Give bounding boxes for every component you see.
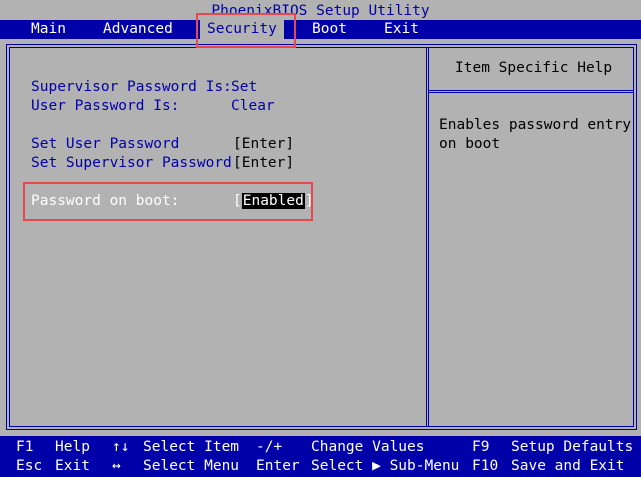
help-header-separator xyxy=(429,90,634,93)
footer-key-f1: F1 xyxy=(16,439,34,455)
footer-key-left-right: ↔ xyxy=(112,458,121,474)
set-supervisor-password-value[interactable]: [Enter] xyxy=(233,154,294,172)
set-user-password-value[interactable]: [Enter] xyxy=(233,135,294,153)
password-on-boot-item[interactable]: Password on boot: xyxy=(31,192,179,210)
window-title: PhoenixBIOS Setup Utility xyxy=(0,0,641,20)
password-on-boot-field[interactable]: [Enabled] xyxy=(233,192,314,210)
supervisor-password-status-label: Supervisor Password Is: xyxy=(31,79,232,95)
footer-key-f9: F9 xyxy=(472,439,490,455)
footer-key-minus-plus: -/+ xyxy=(256,439,283,455)
footer-key-legend: F1 Help ↑↓ Select Item -/+ Change Values… xyxy=(0,436,641,477)
menu-exit[interactable]: Exit xyxy=(384,20,419,39)
footer-desc-exit: Exit xyxy=(55,458,90,474)
footer-desc-change-values: Change Values xyxy=(311,439,425,455)
help-text-line-1: Enables password entry xyxy=(439,117,632,133)
user-password-status-label: User Password Is: xyxy=(31,98,180,114)
footer-key-f10: F10 xyxy=(472,458,499,474)
set-supervisor-password-item[interactable]: Set Supervisor Password xyxy=(31,154,232,172)
supervisor-password-status-value: Set xyxy=(231,79,258,95)
footer-desc-select-item: Select Item xyxy=(143,439,240,455)
panel-divider xyxy=(426,47,429,427)
menu-security[interactable]: Security xyxy=(200,20,284,39)
menu-bar: Main Advanced Security Boot Exit xyxy=(0,20,641,39)
menu-main[interactable]: Main xyxy=(31,20,66,39)
set-user-password-item[interactable]: Set User Password xyxy=(31,135,179,153)
footer-desc-select-submenu: Select ▶ Sub-Menu xyxy=(311,458,460,474)
help-text-line-2: on boot xyxy=(439,136,501,152)
bios-screen: PhoenixBIOS Setup Utility Main Advanced … xyxy=(0,0,641,477)
password-on-boot-value[interactable]: Enabled xyxy=(241,193,305,209)
footer-key-up-down: ↑↓ xyxy=(112,439,130,455)
help-header: Item Specific Help xyxy=(455,60,613,76)
user-password-status-value: Clear xyxy=(231,98,275,114)
menu-boot[interactable]: Boot xyxy=(312,20,347,39)
footer-desc-setup-defaults: Setup Defaults xyxy=(511,439,634,455)
footer-desc-select-menu: Select Menu xyxy=(143,458,240,474)
footer-key-esc: Esc xyxy=(16,458,43,474)
footer-desc-help: Help xyxy=(55,439,90,455)
menu-advanced[interactable]: Advanced xyxy=(103,20,173,39)
footer-key-enter: Enter xyxy=(256,458,300,474)
footer-desc-save-exit: Save and Exit xyxy=(511,458,625,474)
